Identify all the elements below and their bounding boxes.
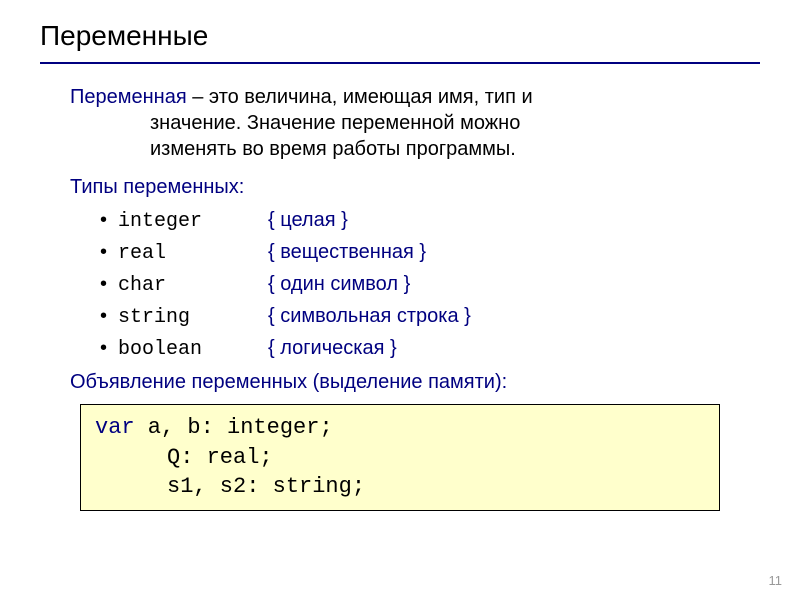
types-heading: Типы переменных: — [70, 176, 760, 199]
code-text: a, b: integer; — [135, 415, 333, 440]
list-item: • real { вещественная } — [100, 237, 760, 269]
type-desc: { один символ } — [268, 269, 410, 299]
definition-term: Переменная — [70, 86, 187, 108]
bullet-icon: • — [100, 205, 118, 235]
list-item: • integer { целая } — [100, 205, 760, 237]
slide: Переменные Переменная – это величина, им… — [0, 0, 800, 531]
definition-dash: – — [187, 86, 209, 108]
types-list: • integer { целая } • real { вещественна… — [100, 205, 760, 365]
code-line: s1, s2: string; — [95, 472, 705, 502]
type-desc: { символьная строка } — [268, 301, 471, 331]
definition-paragraph: Переменная – это величина, имеющая имя, … — [70, 84, 760, 162]
bullet-icon: • — [100, 269, 118, 299]
code-block: var a, b: integer; Q: real; s1, s2: stri… — [80, 404, 720, 511]
list-item: • char { один символ } — [100, 269, 760, 301]
type-desc: { вещественная } — [268, 237, 426, 267]
definition-line1: это величина, имеющая имя, тип и — [209, 86, 533, 108]
code-line: var a, b: integer; — [95, 413, 705, 443]
list-item: • boolean { логическая } — [100, 333, 760, 365]
page-number: 11 — [769, 573, 783, 588]
type-name: boolean — [118, 335, 268, 365]
bullet-icon: • — [100, 237, 118, 267]
type-name: char — [118, 271, 268, 301]
bullet-icon: • — [100, 301, 118, 331]
type-name: string — [118, 303, 268, 333]
type-name: integer — [118, 207, 268, 237]
definition-line3: изменять во время работы программы. — [150, 136, 760, 162]
code-keyword: var — [95, 415, 135, 440]
definition-line2: значение. Значение переменной можно — [150, 110, 760, 136]
declaration-heading: Объявление переменных (выделение памяти)… — [70, 371, 760, 394]
slide-title: Переменные — [40, 20, 760, 64]
type-desc: { целая } — [268, 205, 348, 235]
bullet-icon: • — [100, 333, 118, 363]
code-line: Q: real; — [95, 443, 705, 473]
list-item: • string { символьная строка } — [100, 301, 760, 333]
code-text: s1, s2: string; — [95, 472, 365, 502]
code-text: Q: real; — [95, 443, 273, 473]
type-desc: { логическая } — [268, 333, 397, 363]
type-name: real — [118, 239, 268, 269]
